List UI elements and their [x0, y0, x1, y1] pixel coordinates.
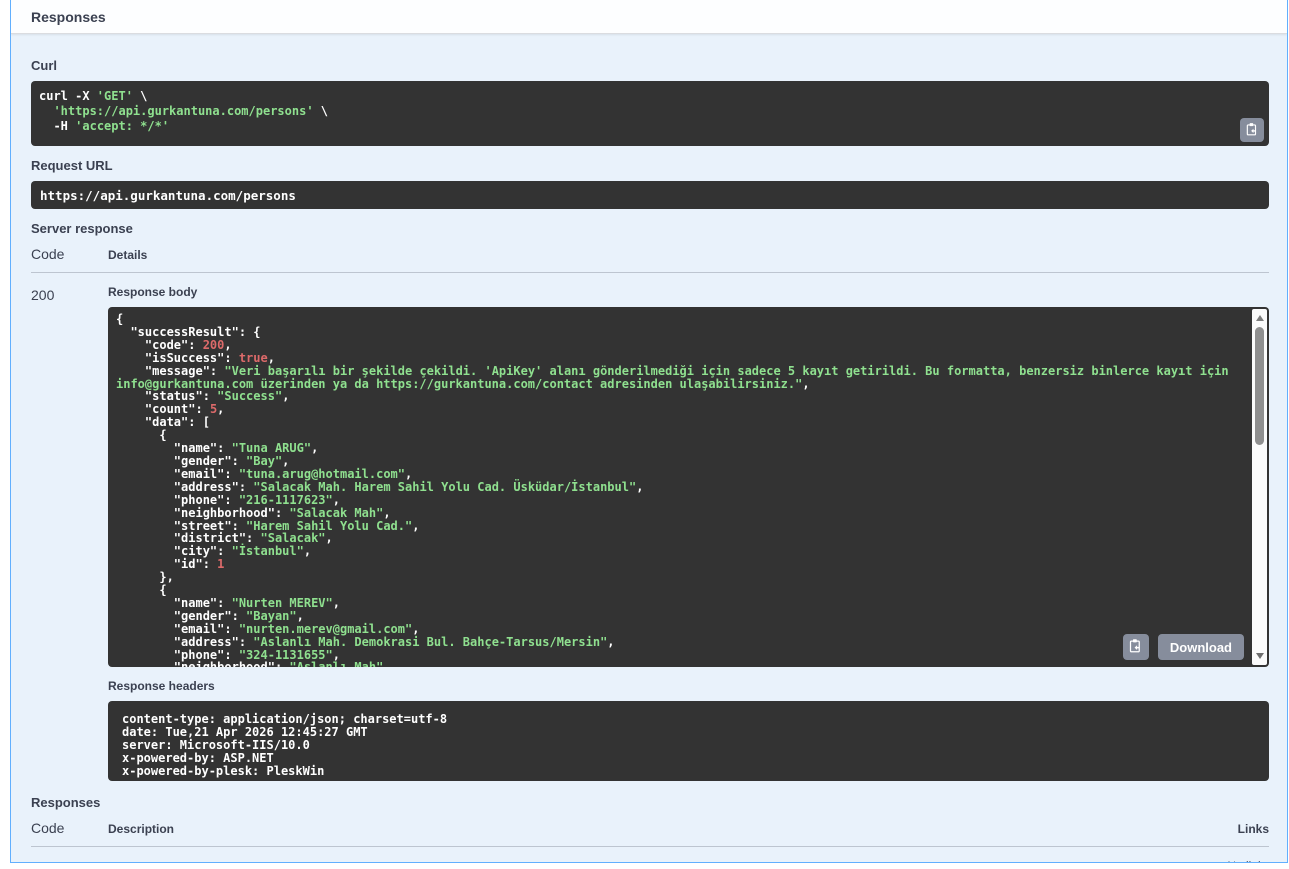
- request-url-block: https://api.gurkantuna.com/persons: [31, 181, 1269, 209]
- copy-curl-button[interactable]: [1240, 118, 1264, 142]
- scrollbar-down-arrow-icon[interactable]: [1255, 653, 1264, 659]
- server-response-row: 200 Response body { "successResult": { "…: [31, 273, 1269, 795]
- clipboard-copy-icon: [1245, 122, 1259, 139]
- responses-section-header: Responses: [11, 0, 1287, 34]
- responses-table-label: Responses: [31, 795, 101, 810]
- code-column-header: Code: [31, 246, 65, 262]
- response-body-scrollbar[interactable]: [1252, 309, 1267, 665]
- scrollbar-thumb[interactable]: [1255, 327, 1264, 445]
- request-url-value: https://api.gurkantuna.com/persons: [40, 187, 296, 203]
- links-column-header: Links: [1237, 822, 1269, 836]
- copy-response-button[interactable]: [1122, 634, 1149, 660]
- server-response-table-header: Code Details: [31, 246, 1269, 273]
- response-headers-text: content-type: application/json; charset=…: [122, 712, 448, 778]
- download-button[interactable]: Download: [1157, 634, 1244, 660]
- response-body-block: { "successResult": { "code": 200, "isSuc…: [108, 307, 1269, 667]
- responses-content: Curl curl -X 'GET' \ 'https://api.gurkan…: [11, 34, 1287, 862]
- row-status-code: 200: [31, 859, 108, 862]
- row-description: OK: [108, 859, 1139, 862]
- response-headers-block: content-type: application/json; charset=…: [108, 701, 1269, 781]
- response-headers-label: Response headers: [108, 679, 215, 693]
- curl-command-text: curl -X 'GET' \ 'https://api.gurkantuna.…: [39, 89, 328, 133]
- curl-command-block: curl -X 'GET' \ 'https://api.gurkantuna.…: [31, 81, 1269, 146]
- server-response-label: Server response: [31, 221, 133, 236]
- row-links: No links: [1139, 859, 1269, 862]
- request-url-label: Request URL: [31, 158, 113, 173]
- section-title: Responses: [31, 8, 106, 25]
- response-body-actions: Download: [1122, 634, 1244, 660]
- response-status-code: 200: [31, 287, 55, 303]
- response-body-json: { "successResult": { "code": 200, "isSuc…: [116, 312, 1236, 667]
- scrollbar-up-arrow-icon[interactable]: [1255, 315, 1264, 321]
- responses-panel: Responses Curl curl -X 'GET' \ 'https://…: [10, 0, 1288, 863]
- response-body-label: Response body: [108, 285, 198, 299]
- code-column-header: Code: [31, 820, 65, 836]
- responses-table-header: Code Description Links: [31, 820, 1269, 847]
- responses-table-row: 200 OK No links: [31, 847, 1269, 862]
- clipboard-copy-icon: [1128, 638, 1143, 656]
- details-column-header: Details: [108, 248, 148, 262]
- description-column-header: Description: [108, 822, 175, 836]
- curl-label: Curl: [31, 58, 57, 73]
